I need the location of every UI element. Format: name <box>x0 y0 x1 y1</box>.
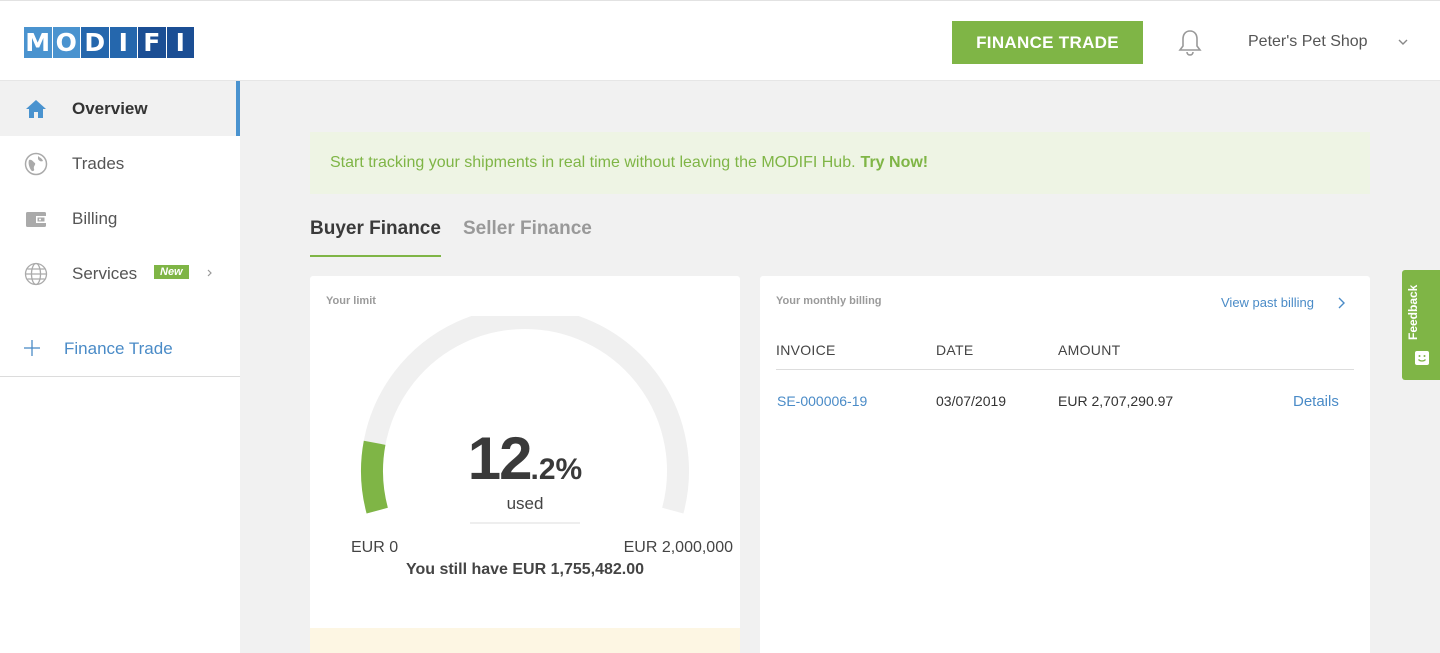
sidebar-item-label: Overview <box>72 98 148 118</box>
table-header-divider <box>776 369 1354 370</box>
smiley-icon <box>1415 351 1429 365</box>
chevron-right-icon[interactable] <box>205 267 215 279</box>
invoice-date: 03/07/2019 <box>936 393 1007 409</box>
tracking-banner: Start tracking your shipments in real ti… <box>310 132 1370 194</box>
chevron-right-icon[interactable] <box>1336 295 1346 311</box>
percent-decimal: .2% <box>530 453 583 486</box>
remaining-limit: You still have EUR 1,755,482.00 <box>405 561 645 578</box>
new-badge: New <box>154 265 189 279</box>
sidebar-item-overview[interactable]: Overview <box>0 81 240 136</box>
logo-letter: D <box>81 27 109 58</box>
column-header-date: DATE <box>936 342 974 358</box>
logo-letter: I <box>109 27 137 58</box>
invoice-link[interactable]: SE-000006-19 <box>777 393 867 409</box>
top-header: M O D I F I FINANCE TRADE Peter's Pet Sh… <box>0 0 1440 81</box>
tab-seller-finance[interactable]: Seller Finance <box>463 218 592 240</box>
limit-max-label: EUR 2,000,000 <box>623 539 733 556</box>
feedback-label: Feedback <box>1406 284 1420 340</box>
sidebar-item-billing[interactable]: Billing <box>0 191 240 246</box>
limit-min-label: EUR 0 <box>351 539 399 556</box>
world-icon <box>24 262 48 285</box>
billing-card-title: Your monthly billing <box>776 295 882 307</box>
sidebar: Overview Trades Billing Services New Fin… <box>0 81 240 653</box>
limit-card: Your limit 12.2% used EUR 0 EUR 2,000,00… <box>310 276 740 653</box>
sidebar-item-label: Trades <box>72 153 125 173</box>
modifi-logo[interactable]: M O D I F I <box>24 27 194 58</box>
logo-letter: F <box>138 27 166 58</box>
feedback-tab[interactable]: Feedback <box>1402 270 1440 380</box>
try-now-link[interactable]: Try Now! <box>861 154 929 172</box>
globe-icon <box>24 152 48 175</box>
logo-letter: M <box>24 27 52 58</box>
sidebar-item-services[interactable]: Services New <box>0 246 240 301</box>
details-link[interactable]: Details <box>1293 393 1339 410</box>
logo-letter: I <box>166 27 194 58</box>
sidebar-divider <box>0 376 240 377</box>
invoice-amount: EUR 2,707,290.97 <box>1058 393 1174 409</box>
view-past-billing-link[interactable]: View past billing <box>1221 295 1314 310</box>
wallet-icon <box>26 211 46 227</box>
bell-icon[interactable] <box>1176 28 1204 58</box>
banner-text: Start tracking your shipments in real ti… <box>330 154 856 171</box>
finance-trade-link-label: Finance Trade <box>64 339 173 358</box>
limit-card-title: Your limit <box>326 295 376 307</box>
home-icon <box>26 99 46 118</box>
sidebar-item-label: Services <box>72 263 138 283</box>
logo-letter: O <box>52 27 80 58</box>
billing-card: Your monthly billing View past billing I… <box>760 276 1370 653</box>
column-header-invoice: INVOICE <box>776 342 836 358</box>
finance-trade-button[interactable]: FINANCE TRADE <box>952 21 1143 64</box>
plus-icon <box>24 340 40 356</box>
limit-card-footer <box>310 628 740 653</box>
sidebar-item-label: Billing <box>72 208 118 228</box>
column-header-amount: AMOUNT <box>1058 342 1121 358</box>
account-name[interactable]: Peter's Pet Shop <box>1248 33 1368 51</box>
finance-trade-link[interactable]: Finance Trade <box>0 321 240 376</box>
usage-percentage: 12.2% <box>310 424 740 493</box>
chevron-down-icon[interactable] <box>1396 35 1410 49</box>
tab-buyer-finance[interactable]: Buyer Finance <box>310 218 441 257</box>
sidebar-item-trades[interactable]: Trades <box>0 136 240 191</box>
percent-whole: 12 <box>467 425 533 492</box>
used-label: used <box>470 494 580 524</box>
